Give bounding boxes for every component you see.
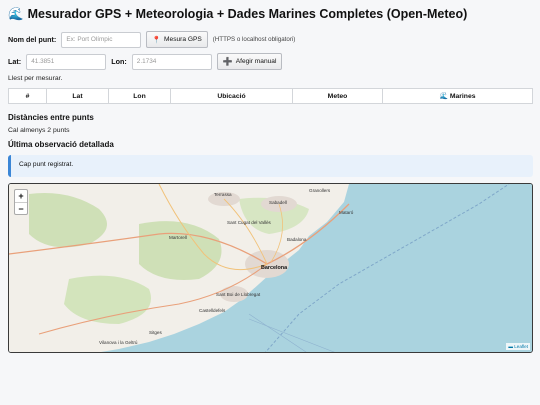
name-row: Nom del punt: 📍 Mesura GPS (HTTPS o loca…	[8, 31, 532, 48]
no-points-alert: Cap punt registrat.	[8, 155, 533, 177]
name-label: Nom del punt:	[8, 35, 57, 44]
map-label-terrassa: Terrassa	[214, 192, 232, 197]
coords-row: Lat: Lon: ➕ Afegir manual	[8, 53, 532, 70]
zoom-out-button[interactable]: −	[15, 202, 27, 214]
map-label-barcelona: Barcelona	[261, 265, 288, 271]
page-title-text: Mesurador GPS + Meteorologia + Dades Mar…	[27, 7, 468, 21]
map-tiles: Terrassa Sabadell Barcelona Badalona San…	[9, 184, 532, 352]
lon-label: Lon:	[111, 57, 127, 66]
map-label-badalona: Badalona	[287, 237, 307, 242]
col-lat: Lat	[46, 88, 109, 104]
lat-label: Lat:	[8, 57, 22, 66]
measure-gps-label: Mesura GPS	[164, 36, 202, 43]
attribution-text: Leaflet	[514, 344, 528, 349]
map-label-vilanova: Vilanova i la Geltrú	[99, 340, 138, 345]
col-index: #	[8, 88, 47, 104]
list-status: Llest per mesurar.	[8, 75, 63, 82]
add-manual-button[interactable]: ➕ Afegir manual	[216, 53, 283, 70]
col-lon: Lon	[108, 88, 171, 104]
lat-input[interactable]	[26, 53, 107, 70]
table-header-row: # Lat Lon Ubicació Meteo 🌊 Marines	[8, 88, 533, 104]
add-manual-label: Afegir manual	[235, 58, 277, 65]
map-label-sitges: Sitges	[149, 330, 162, 335]
distances-note: Cal almenys 2 punts	[8, 127, 70, 134]
zoom-in-button[interactable]: +	[15, 190, 27, 202]
lon-input[interactable]	[131, 53, 212, 70]
points-table: # Lat Lon Ubicació Meteo 🌊 Marines	[8, 88, 533, 104]
map-label-santboi: Sant Boi de Llobregat	[216, 292, 261, 297]
page-title: 🌊 Mesurador GPS + Meteorologia + Dades M…	[8, 7, 532, 21]
map-label-mataro: Mataró	[339, 210, 354, 215]
map-label-santcugat: Sant Cugat del Vallès	[227, 220, 272, 225]
https-hint: (HTTPS o localhost obligatori)	[212, 36, 296, 43]
point-name-input[interactable]	[61, 31, 142, 48]
col-location: Ubicació	[170, 88, 293, 104]
map-label-sabadell: Sabadell	[269, 200, 287, 205]
map-label-castelldefels: Castelldefels	[199, 308, 226, 313]
map-label-granollers: Granollers	[309, 188, 331, 193]
map-container[interactable]: + − Terrassa Sabadell Barcelona Badalona…	[8, 183, 533, 353]
distances-title: Distàncies entre punts	[8, 113, 94, 122]
ukraine-flag-icon: ▬	[508, 344, 513, 349]
wave-icon: 🌊	[8, 7, 24, 21]
plus-icon: ➕	[222, 57, 233, 66]
zoom-control: + −	[14, 189, 28, 215]
measure-gps-button[interactable]: 📍 Mesura GPS	[146, 31, 208, 48]
last-observation-title: Última observació detallada	[8, 140, 114, 149]
page-root: 🌊 Mesurador GPS + Meteorologia + Dades M…	[0, 0, 540, 353]
col-weather: Meteo	[292, 88, 383, 104]
col-marine: 🌊 Marines	[382, 88, 533, 104]
pin-icon: 📍	[152, 36, 162, 44]
leaflet-attribution[interactable]: ▬ Leaflet	[506, 343, 530, 350]
map-label-martorell: Martorell	[169, 235, 187, 240]
